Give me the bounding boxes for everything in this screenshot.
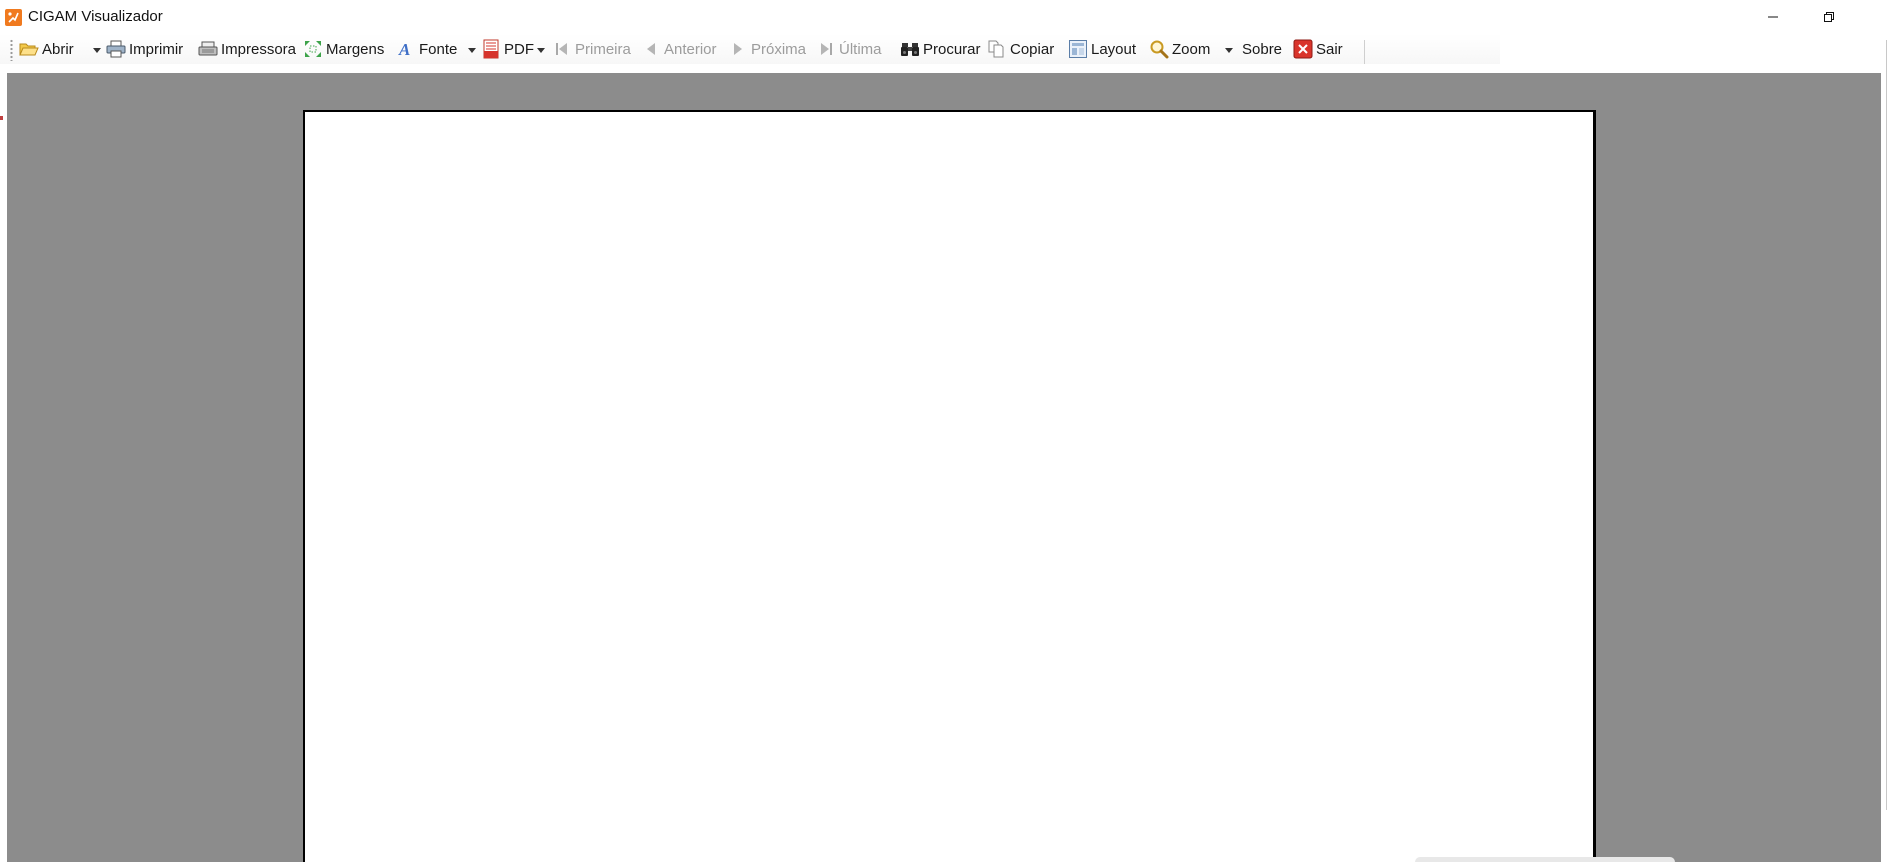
printer-setup-icon [198,39,218,59]
open-label: Abrir [42,40,74,58]
first-page-icon [552,39,572,59]
margins-button[interactable]: Margens [303,37,384,61]
next-page-icon [728,39,748,59]
printer-setup-label: Impressora [221,40,297,58]
about-label: Sobre [1242,40,1283,58]
copy-icon [987,39,1007,59]
font-icon: A [396,39,416,59]
about-button[interactable]: Sobre [1242,37,1282,61]
first-page-label: Primeira [575,40,631,58]
open-dropdown-arrow[interactable] [93,48,101,53]
toolbar-grip[interactable] [10,39,13,61]
last-page-button[interactable]: Última [816,37,882,61]
magnifier-icon [1149,39,1169,59]
search-label: Procurar [923,40,981,58]
minimize-button[interactable] [1745,0,1801,34]
layout-button[interactable]: Layout [1068,37,1136,61]
pdf-dropdown-arrow[interactable] [537,48,545,53]
last-page-label: Última [839,40,882,58]
next-page-button[interactable]: Próxima [728,37,806,61]
font-button[interactable]: A Fonte [396,37,457,61]
copy-label: Copiar [1010,40,1055,58]
font-label: Fonte [419,40,458,58]
next-page-label: Próxima [751,40,807,58]
print-label: Imprimir [129,40,184,58]
print-button[interactable]: Imprimir [106,37,183,61]
toolbar-end-separator [1364,40,1365,64]
title-bar: CIGAM Visualizador [0,0,1891,34]
previous-page-label: Anterior [664,40,717,58]
bottom-popup-edge [1415,857,1675,862]
printer-setup-button[interactable]: Impressora [198,37,296,61]
vertical-scrollbar-track[interactable] [1886,40,1887,810]
layout-label: Layout [1091,40,1137,58]
last-page-icon [816,39,836,59]
folder-open-icon [19,39,39,59]
left-edge-marker [0,116,3,120]
pdf-icon [481,39,501,59]
restore-icon [1824,12,1834,22]
zoom-label: Zoom [1172,40,1211,58]
printer-icon [106,39,126,59]
previous-page-icon [641,39,661,59]
exit-icon [1293,39,1313,59]
zoom-button[interactable]: Zoom [1149,37,1210,61]
window-title: CIGAM Visualizador [28,8,163,25]
font-dropdown-arrow[interactable] [468,48,476,53]
layout-icon [1068,39,1088,59]
cigam-app-icon [5,9,22,26]
previous-page-button[interactable]: Anterior [641,37,717,61]
zoom-dropdown-arrow[interactable] [1225,48,1233,53]
report-page [303,110,1596,862]
toolbar: Abrir Imprimir Impressora Margens A Font… [0,34,1500,64]
exit-label: Sair [1316,40,1343,58]
first-page-button[interactable]: Primeira [552,37,631,61]
open-button[interactable]: Abrir [19,37,74,61]
exit-button[interactable]: Sair [1293,37,1343,61]
app-window: CIGAM Visualizador Abrir Imprimir Impres… [0,0,1891,862]
pdf-button[interactable]: PDF [481,37,534,61]
binoculars-icon [900,39,920,59]
copy-button[interactable]: Copiar [987,37,1054,61]
pdf-label: PDF [504,40,534,58]
restore-button[interactable] [1801,0,1857,34]
search-button[interactable]: Procurar [900,37,981,61]
minimize-icon [1768,16,1778,18]
margins-label: Margens [326,40,385,58]
svg-text:A: A [398,40,410,58]
margins-icon [303,39,323,59]
